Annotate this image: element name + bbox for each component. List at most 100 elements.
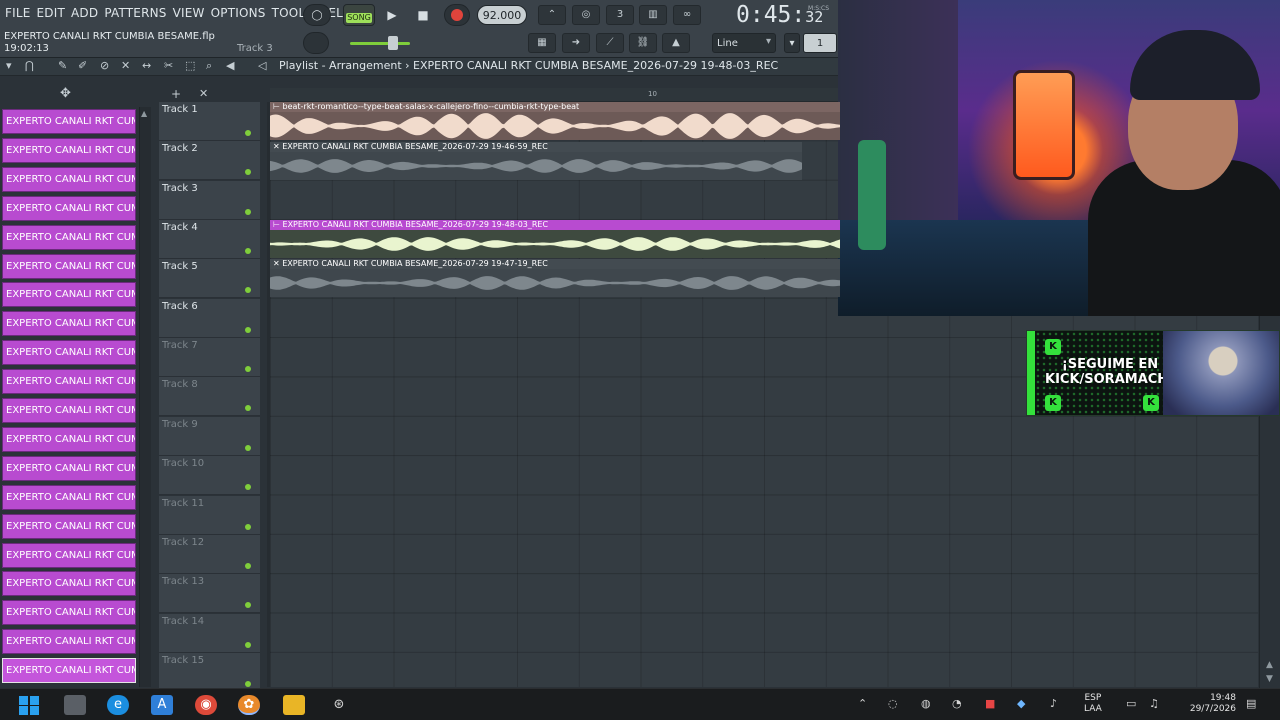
track-header[interactable]: Track 12 <box>159 534 260 574</box>
menu-view[interactable]: VIEW <box>170 4 208 24</box>
notifications-icon[interactable]: ▤ <box>1246 697 1256 710</box>
master-pitch-knob[interactable] <box>303 32 329 54</box>
scroll-up-icon[interactable]: ▲ <box>1266 660 1273 670</box>
master-volume-handle[interactable] <box>388 36 398 50</box>
track-mute-led[interactable] <box>245 326 251 333</box>
snap-value[interactable]: 1 <box>803 33 837 53</box>
volume-icon[interactable]: ♫ <box>1149 697 1159 710</box>
track-header[interactable]: Track 6 <box>159 298 260 338</box>
pencil-icon[interactable]: ✎ <box>58 59 67 72</box>
picker-icon[interactable]: ✥ <box>60 86 71 101</box>
scroll-down-icon[interactable]: ▼ <box>1266 674 1273 684</box>
pattern-item[interactable]: EXPERTO CANALI RKT CUM... <box>2 571 136 597</box>
pattern-item[interactable]: EXPERTO CANALI RKT CUM... <box>2 658 136 684</box>
pattern-song-toggle[interactable]: SONG <box>343 4 375 26</box>
pattern-item[interactable]: EXPERTO CANALI RKT CUM... <box>2 629 136 655</box>
tray-app-icon[interactable]: ◌ <box>888 697 898 710</box>
menu-edit[interactable]: EDIT <box>34 4 69 24</box>
track-mute-led[interactable] <box>245 602 251 609</box>
track-header[interactable]: Track 5 <box>159 259 260 299</box>
track-header[interactable]: Track 8 <box>159 377 260 417</box>
piano-roll-icon[interactable]: ▦ <box>528 33 556 53</box>
track-header[interactable]: Track 13 <box>159 574 260 614</box>
tray-red-app-icon[interactable]: ■ <box>985 697 995 710</box>
track-header[interactable]: Track 9 <box>159 416 260 456</box>
slice-tool-icon[interactable]: ✂ <box>164 59 173 72</box>
play-button[interactable]: ▶ <box>381 5 403 25</box>
snap-dropdown-icon[interactable]: ▾ <box>784 33 800 53</box>
pattern-item[interactable]: EXPERTO CANALI RKT CUM... <box>2 340 136 366</box>
metronome-icon[interactable]: ⌃ <box>538 5 566 25</box>
track-mute-led[interactable] <box>245 641 251 648</box>
scroll-up-icon[interactable]: ▲ <box>141 109 147 118</box>
loop-record-icon[interactable]: ◯ <box>303 4 331 26</box>
pattern-item[interactable]: EXPERTO CANALI RKT CUM... <box>2 542 136 568</box>
track-header[interactable]: Track 10 <box>159 456 260 496</box>
snap-mode-select[interactable]: Line <box>712 33 776 53</box>
steam-icon[interactable]: ◔ <box>952 697 962 710</box>
track-mute-led[interactable] <box>245 680 251 687</box>
microphone-icon[interactable]: ♪ <box>1050 697 1057 710</box>
network-icon[interactable]: ▭ <box>1126 697 1136 710</box>
track-mute-led[interactable] <box>245 248 251 255</box>
menu-file[interactable]: FILE <box>2 4 34 24</box>
track-mute-led[interactable] <box>245 130 251 136</box>
pattern-item[interactable]: EXPERTO CANALI RKT CUM... <box>2 224 136 250</box>
chevron-down-icon[interactable]: ▾ <box>6 59 12 72</box>
menu-add[interactable]: ADD <box>68 4 101 24</box>
obs-icon[interactable]: ⊛ <box>328 695 350 715</box>
track-header[interactable]: Track 7 <box>159 338 260 378</box>
stop-button[interactable]: ■ <box>412 5 434 25</box>
track-mute-led[interactable] <box>245 405 251 412</box>
browser-icon[interactable]: ▲ <box>662 33 690 53</box>
brush-icon[interactable]: ✐ <box>78 59 87 72</box>
close-track-icon[interactable]: ✕ <box>199 87 208 100</box>
system-clock[interactable]: 19:48 29/7/2026 <box>1178 693 1236 715</box>
track-mute-led[interactable] <box>245 169 251 176</box>
track-header[interactable]: Track 15 <box>159 652 260 692</box>
add-track-icon[interactable]: + <box>171 87 181 101</box>
record-button[interactable] <box>444 4 470 26</box>
countdown-icon[interactable]: 3 <box>606 5 634 25</box>
pattern-item[interactable]: EXPERTO CANALI RKT CUM... <box>2 109 136 134</box>
windows-start-icon[interactable] <box>18 695 40 715</box>
input-language[interactable]: ESP LAA <box>1084 693 1102 715</box>
tempo-display[interactable]: 92.000 <box>477 5 527 25</box>
track-header[interactable]: Track 11 <box>159 495 260 535</box>
track-header[interactable]: Track 14 <box>159 613 260 653</box>
pattern-item[interactable]: EXPERTO CANALI RKT CUM... <box>2 455 136 481</box>
track-header[interactable]: Track 1 <box>159 102 260 141</box>
pattern-item[interactable]: EXPERTO CANALI RKT CUM... <box>2 195 136 221</box>
pattern-list-scrollbar[interactable]: ▲ <box>139 107 151 687</box>
pattern-item[interactable]: EXPERTO CANALI RKT CUM... <box>2 398 136 423</box>
speaker-icon[interactable]: ◀ <box>226 59 234 72</box>
tray-shield-icon[interactable]: ◆ <box>1017 697 1025 710</box>
blend-notes-icon[interactable]: ∞ <box>673 5 701 25</box>
pattern-item[interactable]: EXPERTO CANALI RKT CUM... <box>2 426 136 452</box>
fl-studio-icon[interactable]: ✿ <box>238 695 260 715</box>
track-mute-led[interactable] <box>245 287 251 294</box>
chrome-icon[interactable]: ◉ <box>195 695 217 715</box>
folder-icon[interactable] <box>283 695 305 715</box>
menu-options[interactable]: OPTIONS <box>208 4 269 24</box>
tray-app-icon[interactable]: ◍ <box>921 697 931 710</box>
track-mute-led[interactable] <box>245 484 251 491</box>
track-mute-led[interactable] <box>245 523 251 530</box>
track-mute-led[interactable] <box>245 562 251 569</box>
zoom-tool-icon[interactable]: ⌕ <box>206 59 212 73</box>
audio-clip[interactable]: ⊢ EXPERTO CANALI RKT CUMBIA BESAME_2026-… <box>270 220 840 258</box>
pattern-item[interactable]: EXPERTO CANALI RKT CUM... <box>2 369 136 395</box>
pattern-item[interactable]: EXPERTO CANALI RKT CUM... <box>2 282 136 308</box>
timeline-ruler[interactable]: 10 <box>270 88 840 102</box>
plugin-icon[interactable]: ⟋ <box>596 33 624 53</box>
menu-patterns[interactable]: PATTERNS <box>101 4 169 24</box>
track-header[interactable]: Track 3 <box>159 180 260 220</box>
tray-overflow-icon[interactable]: ⌃ <box>858 697 867 710</box>
mute-tool-icon[interactable]: ⊘ <box>100 59 109 72</box>
select-tool-icon[interactable]: ⬚ <box>185 59 195 72</box>
track-mute-led[interactable] <box>245 366 251 373</box>
audio-clip[interactable]: ✕ EXPERTO CANALI RKT CUMBIA BESAME_2026-… <box>270 142 802 180</box>
wait-input-icon[interactable]: ◎ <box>572 5 600 25</box>
pattern-item[interactable]: EXPERTO CANALI RKT CUM... <box>2 137 136 163</box>
playlist-back-icon[interactable]: ◁ <box>258 59 266 72</box>
